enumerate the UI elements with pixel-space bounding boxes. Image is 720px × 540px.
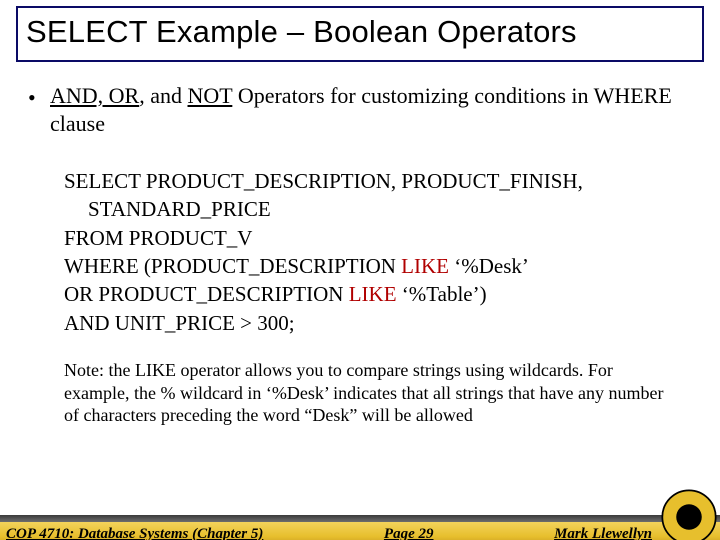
bullet-underline-1: AND, OR <box>50 83 139 108</box>
bullet-item: • AND, OR, and NOT Operators for customi… <box>28 82 700 137</box>
sql-l5b: ‘%Table’) <box>397 282 487 306</box>
footer-bar: COP 4710: Database Systems (Chapter 5) P… <box>0 522 720 540</box>
sql-l4a: WHERE (PRODUCT_DESCRIPTION <box>64 254 401 278</box>
sql-line-6: AND UNIT_PRICE > 300; <box>64 309 700 337</box>
sql-l5a: OR PRODUCT_DESCRIPTION <box>64 282 349 306</box>
footer-page: Page 29 <box>263 526 554 540</box>
bullet-marker: • <box>28 82 50 137</box>
sql-keyword-like-1: LIKE <box>401 254 449 278</box>
footer-author: Mark Llewellyn <box>554 526 652 540</box>
content-area: • AND, OR, and NOT Operators for customi… <box>0 64 720 427</box>
sql-line-3: FROM PRODUCT_V <box>64 224 700 252</box>
sql-l4b: ‘%Desk’ <box>449 254 529 278</box>
slide-title: SELECT Example – Boolean Operators <box>26 14 694 50</box>
sql-keyword-like-2: LIKE <box>349 282 397 306</box>
slide: SELECT Example – Boolean Operators • AND… <box>0 6 720 540</box>
sql-line-4: WHERE (PRODUCT_DESCRIPTION LIKE ‘%Desk’ <box>64 252 700 280</box>
title-box: SELECT Example – Boolean Operators <box>16 6 704 62</box>
bullet-mid: , and <box>139 83 187 108</box>
sql-line-5: OR PRODUCT_DESCRIPTION LIKE ‘%Table’) <box>64 280 700 308</box>
footer-divider <box>0 515 720 522</box>
footer-course: COP 4710: Database Systems (Chapter 5) <box>6 526 263 540</box>
ucf-logo-icon <box>660 488 718 540</box>
bullet-text: AND, OR, and NOT Operators for customizi… <box>50 82 700 137</box>
sql-line-1: SELECT PRODUCT_DESCRIPTION, PRODUCT_FINI… <box>64 167 700 195</box>
note-text: Note: the LIKE operator allows you to co… <box>64 359 678 427</box>
bullet-underline-2: NOT <box>188 83 233 108</box>
sql-line-2: STANDARD_PRICE <box>64 195 700 223</box>
footer: COP 4710: Database Systems (Chapter 5) P… <box>0 512 720 540</box>
sql-block: SELECT PRODUCT_DESCRIPTION, PRODUCT_FINI… <box>64 167 700 337</box>
